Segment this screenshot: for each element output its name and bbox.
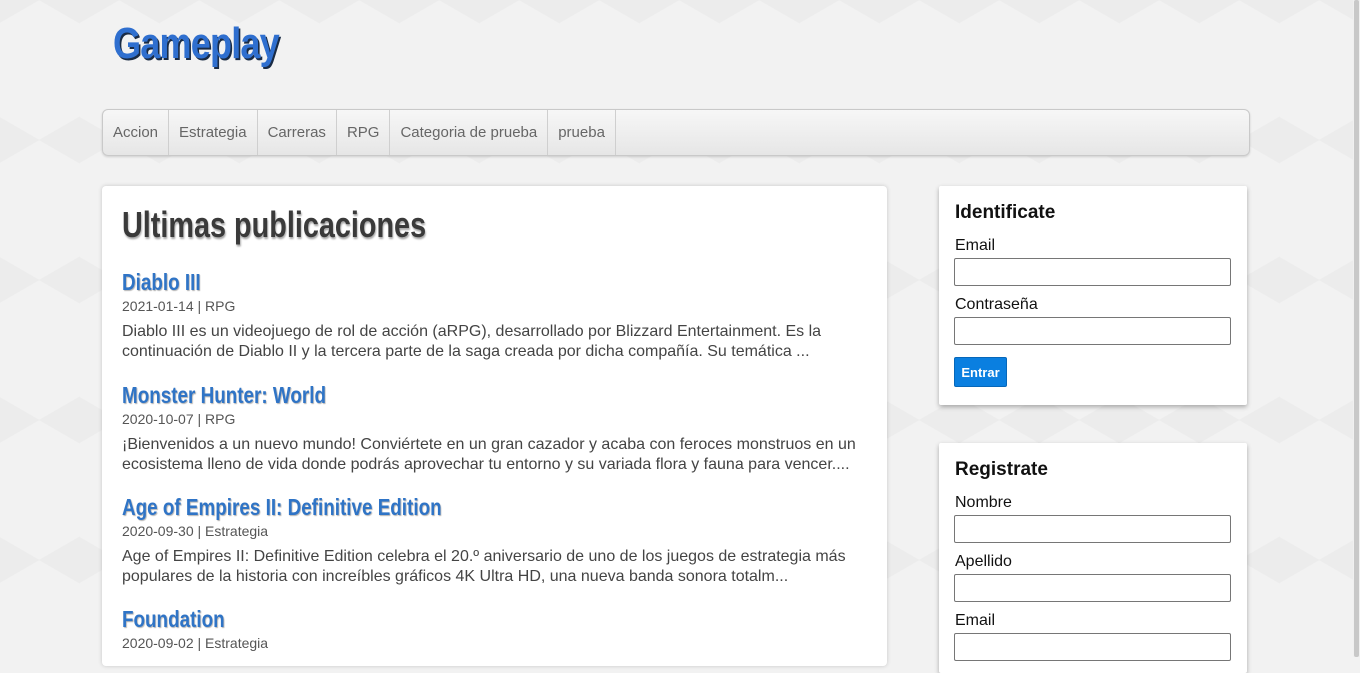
nav-item-accion[interactable]: Accion xyxy=(103,110,170,155)
post-title-link[interactable]: Monster Hunter: World xyxy=(122,382,733,409)
register-surname-input[interactable] xyxy=(954,574,1231,602)
register-title: Registrate xyxy=(955,459,1048,480)
post-item: Monster Hunter: World 2020-10-07 | RPG ¡… xyxy=(122,382,867,475)
nav-item-prueba[interactable]: prueba xyxy=(548,110,616,155)
site-logo[interactable]: Gameplay xyxy=(113,18,280,70)
register-name-input[interactable] xyxy=(954,515,1231,543)
post-item: Foundation 2020-09-02 | Estrategia xyxy=(122,606,867,651)
login-submit-button[interactable]: Entrar xyxy=(954,357,1007,387)
post-meta: 2020-09-30 | Estrategia xyxy=(122,523,269,539)
page-title: Ultimas publicaciones xyxy=(122,204,427,245)
login-password-label: Contraseña xyxy=(955,296,1038,313)
login-password-input[interactable] xyxy=(954,317,1231,345)
category-navbar: Accion Estrategia Carreras RPG Categoria… xyxy=(102,109,1250,156)
post-title-link[interactable]: Age of Empires II: Definitive Edition xyxy=(122,494,733,521)
login-title: Identificate xyxy=(955,202,1056,223)
register-email-label: Email xyxy=(955,612,996,629)
login-email-label: Email xyxy=(955,237,996,254)
post-meta: 2020-09-02 | Estrategia xyxy=(122,635,269,651)
post-title-link[interactable]: Foundation xyxy=(122,606,733,633)
login-email-input[interactable] xyxy=(954,258,1231,286)
post-excerpt: ¡Bienvenidos a un nuevo mundo! Conviérte… xyxy=(122,436,856,473)
register-surname-label: Apellido xyxy=(955,553,1012,570)
post-excerpt: Diablo III es un videojuego de rol de ac… xyxy=(122,323,822,360)
login-box: Identificate Email Contraseña Entrar xyxy=(939,186,1247,405)
nav-item-estrategia[interactable]: Estrategia xyxy=(169,110,258,155)
post-item: Diablo III 2021-01-14 | RPG Diablo III e… xyxy=(122,269,867,362)
post-item: Age of Empires II: Definitive Edition 20… xyxy=(122,494,867,587)
nav-item-rpg[interactable]: RPG xyxy=(337,110,391,155)
scrollbar-track[interactable] xyxy=(1353,0,1360,657)
register-box: Registrate Nombre Apellido Email xyxy=(939,443,1247,673)
post-meta: 2021-01-14 | RPG xyxy=(122,298,236,314)
scrollbar-thumb[interactable] xyxy=(1354,0,1359,657)
post-meta: 2020-10-07 | RPG xyxy=(122,411,236,427)
nav-item-categoria-de-prueba[interactable]: Categoria de prueba xyxy=(390,110,549,155)
nav-item-carreras[interactable]: Carreras xyxy=(258,110,337,155)
post-title-link[interactable]: Diablo III xyxy=(122,269,733,296)
latest-posts-panel: Ultimas publicaciones Diablo III 2021-01… xyxy=(102,186,887,666)
register-name-label: Nombre xyxy=(955,494,1012,511)
post-excerpt: Age of Empires II: Definitive Edition ce… xyxy=(122,548,846,585)
